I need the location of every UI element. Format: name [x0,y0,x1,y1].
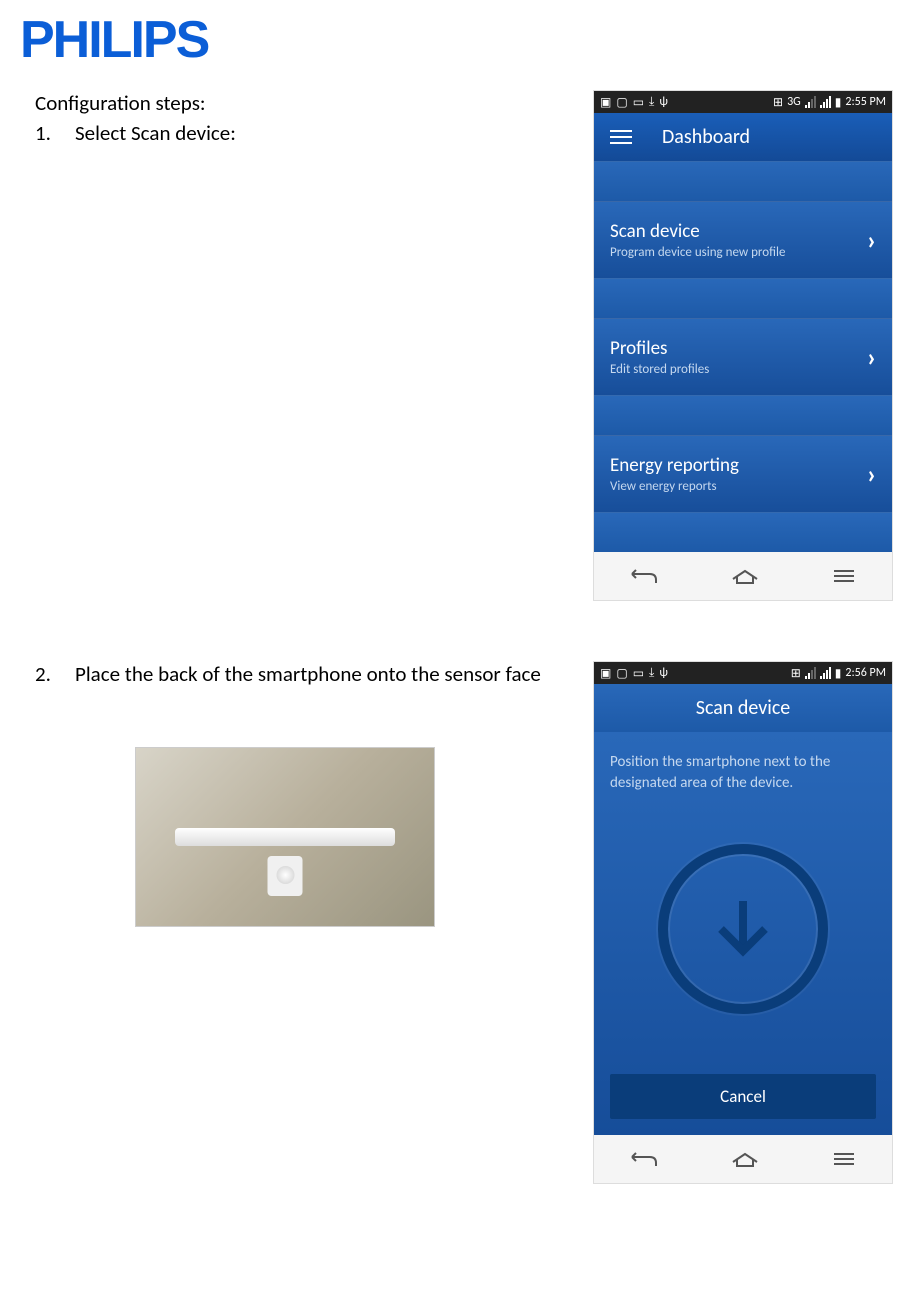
scan-header: Scan device [594,684,892,732]
step-2: 2. Place the back of the smartphone onto… [35,661,573,687]
sensor-in-photo [268,856,303,896]
recent-icon[interactable] [832,567,856,585]
philips-logo: PHILIPS [20,10,893,70]
scan-header-title: Scan device [696,696,790,720]
step-1: 1. Select Scan device: [35,120,573,146]
recent-icon[interactable] [832,1150,856,1168]
phone-in-photo [175,828,395,846]
home-icon[interactable] [731,1150,759,1168]
network-icon: ⊞ [791,666,801,681]
spacer [594,161,892,201]
android-nav-bar [594,1135,892,1183]
energy-sub: View energy reports [610,479,739,494]
scan-body: Position the smartphone next to the desi… [594,732,892,1135]
step-1-number: 1. [35,120,75,146]
menu-icon[interactable] [610,130,632,144]
back-icon[interactable] [630,567,658,585]
chevron-right-icon: › [867,224,876,256]
scan-device-screenshot: ▣ ▢ ▭ ⤓ ψ ⊞ ▮ 2:56 PM Scan device Positi… [593,661,893,1184]
notification-icon: ▢ [616,666,627,681]
download-icon: ⤓ [649,95,654,109]
nfc-icon: ▣ [600,95,611,110]
profiles-item[interactable]: Profiles Edit stored profiles › [594,318,892,395]
signal-1-icon [805,96,816,108]
nfc-icon: ▣ [600,666,611,681]
android-status-bar: ▣ ▢ ▭ ⤓ ψ ⊞ ▮ 2:56 PM [594,662,892,684]
status-time: 2:56 PM [845,666,886,680]
android-nav-bar [594,552,892,600]
home-icon[interactable] [731,567,759,585]
spacer [594,395,892,435]
chevron-right-icon: › [867,458,876,490]
step-2-number: 2. [35,661,75,687]
back-icon[interactable] [630,1150,658,1168]
usb-icon: ψ [659,95,668,109]
download-icon: ⤓ [649,666,654,680]
chevron-right-icon: › [867,341,876,373]
signal-2-icon [820,667,831,679]
profiles-title: Profiles [610,337,709,360]
signal-1-icon [805,667,816,679]
spacer [594,278,892,318]
sensor-photo [135,747,435,927]
image-icon: ▭ [633,666,644,681]
config-heading: Configuration steps: [35,90,573,116]
android-status-bar: ▣ ▢ ▭ ⤓ ψ ⊞ 3G ▮ 2:55 PM [594,91,892,113]
3g-label: 3G [787,95,801,109]
scan-device-title: Scan device [610,220,785,243]
dashboard-screenshot: ▣ ▢ ▭ ⤓ ψ ⊞ 3G ▮ 2:55 PM Dashboard Scan … [593,90,893,601]
energy-reporting-item[interactable]: Energy reporting View energy reports › [594,435,892,512]
header-title: Dashboard [662,125,750,149]
battery-icon: ▮ [835,666,842,681]
step-1-text: Select Scan device: [75,120,236,146]
scan-device-item[interactable]: Scan device Program device using new pro… [594,201,892,278]
scan-device-sub: Program device using new profile [610,245,785,260]
scan-instruction: Position the smartphone next to the desi… [610,752,876,794]
image-icon: ▭ [633,95,644,110]
battery-icon: ▮ [835,95,842,110]
usb-icon: ψ [659,666,668,680]
step-2-text: Place the back of the smartphone onto th… [75,661,541,687]
network-icon: ⊞ [773,95,783,110]
download-arrow-icon [658,844,828,1014]
spacer [594,512,892,552]
app-header: Dashboard [594,113,892,161]
signal-2-icon [820,96,831,108]
status-time: 2:55 PM [845,95,886,109]
energy-title: Energy reporting [610,454,739,477]
cancel-button[interactable]: Cancel [610,1074,876,1119]
notification-icon: ▢ [616,95,627,110]
profiles-sub: Edit stored profiles [610,362,709,377]
